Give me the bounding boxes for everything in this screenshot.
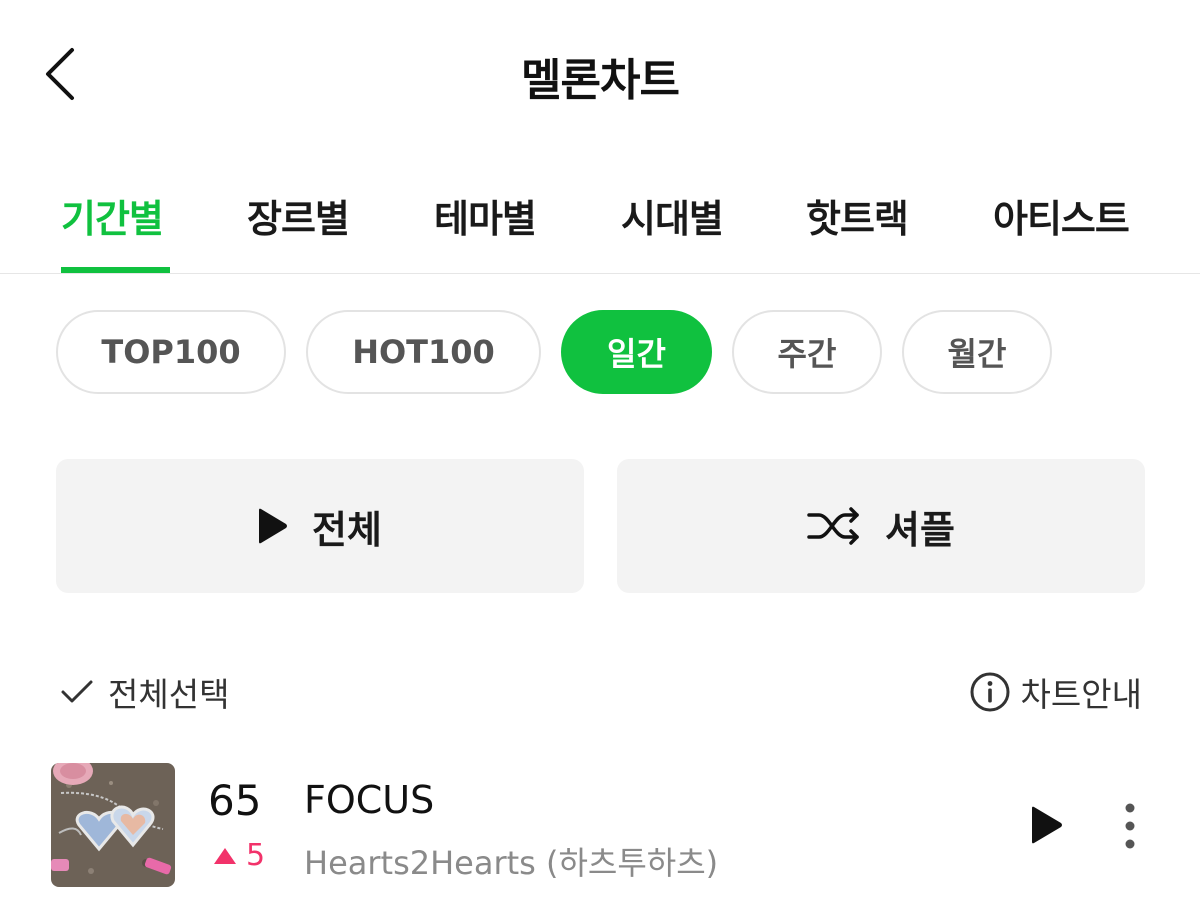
page-title: 멜론차트 xyxy=(521,55,680,106)
shuffle-label: 셔플 xyxy=(885,507,955,552)
album-art-image[interactable] xyxy=(51,763,175,887)
category-tabs: 기간별 장르별 테마별 시대별 핫트랙 아티스트 xyxy=(0,170,1200,274)
header: 멜론차트 xyxy=(0,0,1200,150)
song-play-button[interactable] xyxy=(1022,800,1072,850)
list-toolbar: 전체선택 차트안내 xyxy=(0,662,1200,722)
rank-change: 5 xyxy=(212,838,265,873)
select-all-label: 전체선택 xyxy=(108,675,230,714)
more-vertical-icon xyxy=(1125,803,1135,849)
tab-genre[interactable]: 장르별 xyxy=(247,188,350,243)
song-rank: 65 xyxy=(208,776,262,825)
chart-guide-label: 차트안내 xyxy=(1020,675,1142,714)
tab-period[interactable]: 기간별 xyxy=(61,188,164,243)
tab-artist[interactable]: 아티스트 xyxy=(993,188,1130,243)
rank-up-icon xyxy=(212,846,238,866)
chip-daily[interactable]: 일간 xyxy=(561,310,712,394)
play-all-label: 전체 xyxy=(312,507,382,552)
song-title[interactable]: FOCUS xyxy=(304,778,434,822)
chip-top100[interactable]: TOP100 xyxy=(56,310,286,394)
active-tab-indicator xyxy=(61,267,170,273)
song-more-button[interactable] xyxy=(1110,796,1150,856)
tab-hot-track[interactable]: 핫트랙 xyxy=(806,188,909,243)
tab-era[interactable]: 시대별 xyxy=(621,188,724,243)
chip-monthly[interactable]: 월간 xyxy=(902,310,1052,394)
play-icon xyxy=(258,507,288,545)
shuffle-button[interactable]: 셔플 xyxy=(617,459,1145,593)
select-all-button[interactable]: 전체선택 xyxy=(60,668,229,716)
rank-change-value: 5 xyxy=(246,838,266,873)
chart-guide-button[interactable]: 차트안내 xyxy=(969,668,1142,716)
check-icon xyxy=(60,679,94,705)
shuffle-icon xyxy=(807,507,861,545)
song-row[interactable]: 65 5 FOCUS Hearts2Hearts (하츠투하츠) xyxy=(0,760,1200,890)
tab-theme[interactable]: 테마별 xyxy=(434,188,537,243)
info-icon xyxy=(969,671,1011,713)
song-artist[interactable]: Hearts2Hearts (하츠투하츠) xyxy=(304,838,718,884)
chip-weekly[interactable]: 주간 xyxy=(732,310,882,394)
play-icon xyxy=(1032,806,1062,844)
chip-hot100[interactable]: HOT100 xyxy=(306,310,541,394)
chart-filter-chips: TOP100 HOT100 일간 주간 월간 xyxy=(0,310,1200,394)
play-all-button[interactable]: 전체 xyxy=(56,459,584,593)
